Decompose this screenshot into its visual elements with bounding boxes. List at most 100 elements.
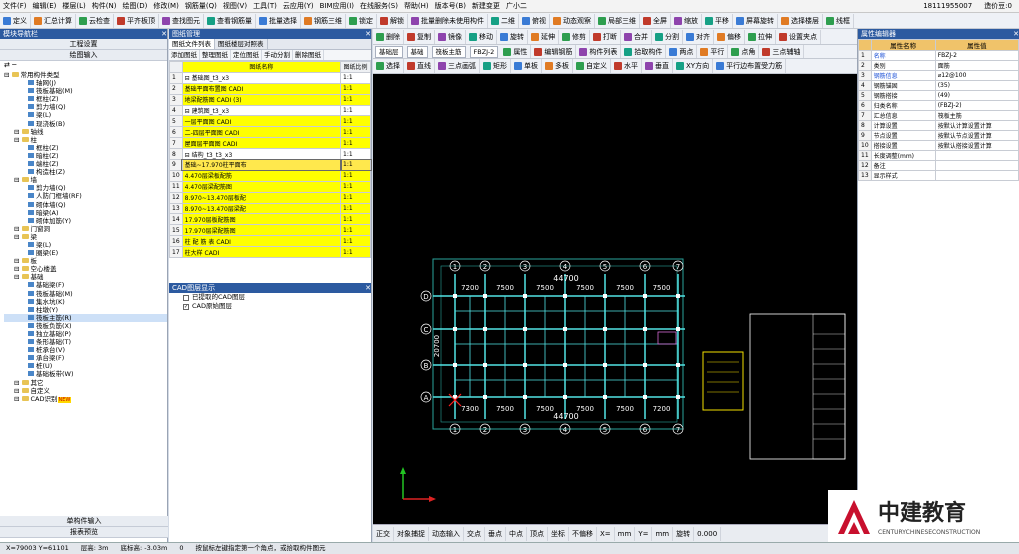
draw-tool-button[interactable]: 编辑钢筋 — [531, 45, 577, 58]
draw-tool-button[interactable]: 打断 — [590, 29, 621, 44]
tree-item[interactable]: 集水坑(K) — [4, 298, 167, 306]
draw-tool-button[interactable]: 移动 — [466, 29, 497, 44]
draw-tool-button[interactable]: 拉伸 — [745, 29, 776, 44]
property-value[interactable]: 筏板主筋 — [934, 110, 1019, 121]
category-select[interactable]: 基础 — [406, 45, 428, 58]
drawing-scale[interactable]: 1:1 — [340, 115, 371, 128]
pin-icon[interactable]: ✕ — [161, 29, 167, 39]
project-settings-button[interactable]: 工程设置 — [0, 39, 167, 50]
drawing-name-cell[interactable]: 基础~17.970柱平面布 — [181, 158, 342, 172]
table-row[interactable]: 3 地梁配筋图 CADI (3) 1:1 — [169, 93, 371, 106]
tree-item[interactable]: 框柱(Z) — [4, 95, 167, 103]
tree-folder[interactable]: ⊟ 板 — [4, 257, 167, 265]
close-icon[interactable]: ✕ — [1013, 29, 1019, 39]
drawing-scale[interactable]: 1:1 — [340, 202, 371, 215]
organize-drawing-button[interactable]: 整理图纸 — [200, 50, 231, 60]
collapse-icon[interactable]: ⊟ — [185, 108, 192, 115]
drawing-scale[interactable]: 1:1 — [340, 224, 371, 237]
toolbar-button[interactable]: 线框 — [823, 13, 854, 28]
drawing-name-cell[interactable]: ⊟ 建筑图_t3_x3 — [181, 104, 342, 117]
drawing-scale[interactable]: 1:1 — [340, 180, 371, 193]
draw-tool-button[interactable]: 三点画弧 — [435, 59, 480, 73]
menu-item[interactable]: 文件(F) — [0, 0, 30, 12]
toolbar-button[interactable]: 二维 — [488, 13, 519, 28]
toolbar-button[interactable]: 平齐板顶 — [114, 13, 159, 28]
tree-folder[interactable]: ⊟ 柱 — [4, 136, 167, 144]
table-row[interactable]: 4 ⊟ 建筑图_t3_x3 1:1 — [169, 104, 371, 117]
table-row[interactable]: 14 17.970层板配筋图 1:1 — [169, 213, 371, 226]
drawing-name-cell[interactable]: 8.970~13.470层梁配 — [181, 202, 342, 215]
menu-item[interactable]: 楼层(L) — [59, 0, 88, 12]
draw-tool-button[interactable]: 拾取构件 — [621, 45, 667, 58]
toolbar-button[interactable]: 锁定 — [346, 13, 377, 28]
floor-select[interactable]: 基础层 — [375, 45, 403, 58]
drawing-name-cell[interactable]: 一层平面图 CADI — [181, 115, 342, 128]
snap-option[interactable]: 中点 — [506, 526, 527, 541]
property-row[interactable]: 13 显示样式 — [858, 170, 1019, 181]
draw-tool-button[interactable]: 设置夹点 — [776, 29, 821, 44]
property-value[interactable]: (35) — [934, 80, 1019, 91]
draw-tool-button[interactable]: 垂直 — [642, 59, 673, 73]
draw-tool-button[interactable]: 对齐 — [683, 29, 714, 44]
toolbar-button[interactable]: 批量选择 — [256, 13, 301, 28]
tree-item[interactable]: 条形基础(T) — [4, 338, 167, 346]
close-icon[interactable]: ✕ — [365, 29, 371, 39]
menu-item[interactable]: 编辑(E) — [30, 0, 60, 12]
toolbar-button[interactable]: 俯视 — [519, 13, 550, 28]
draw-tool-button[interactable]: 合并 — [621, 29, 652, 44]
tree-folder[interactable]: ⊟ 其它 — [4, 379, 167, 387]
property-value[interactable]: (FBZJ-2) — [934, 100, 1019, 111]
tree-folder[interactable]: ⊟ 梁 — [4, 233, 167, 241]
tree-item[interactable]: 基础梁(F) — [4, 281, 167, 289]
expand-icon[interactable]: ⊟ — [4, 71, 12, 79]
draw-tool-button[interactable]: 自定义 — [573, 59, 611, 73]
tree-item[interactable]: 轴网(J) — [4, 79, 167, 87]
expand-icon[interactable]: ⊟ — [14, 176, 22, 184]
drawing-scale[interactable]: 1:1 — [339, 158, 372, 172]
drawing-scale[interactable]: 1:1 — [340, 137, 371, 150]
tree-item[interactable]: 剪力墙(Q) — [4, 103, 167, 111]
menu-item[interactable]: 在线服务(S) — [357, 0, 401, 12]
draw-tool-button[interactable]: 属性 — [500, 45, 532, 58]
expand-icon[interactable]: ⊟ — [14, 128, 22, 136]
expand-icon[interactable]: ⊟ — [14, 379, 22, 387]
draw-tool-button[interactable]: 点角 — [728, 45, 760, 58]
draw-tool-button[interactable]: 构件列表 — [576, 45, 622, 58]
drawing-name-cell[interactable]: 4.470层梁板配筋 — [181, 169, 342, 182]
tree-item[interactable]: 暗柱(Z) — [4, 152, 167, 160]
tree-item[interactable]: 基础板带(W) — [4, 370, 167, 378]
property-value[interactable] — [934, 150, 1019, 161]
tree-item[interactable]: 筏板基础(M) — [4, 290, 167, 298]
type-select[interactable]: 筏板主筋 — [431, 45, 466, 58]
table-row[interactable]: 7 屋面层平面图 CADI 1:1 — [169, 137, 371, 150]
tree-item[interactable]: 构造柱(Z) — [4, 168, 167, 176]
menu-item[interactable]: 云应用(Y) — [280, 0, 317, 12]
drawing-name-cell[interactable]: ⊟ 结构_t3_t3_x3 — [181, 148, 342, 161]
toolbar-button[interactable]: 平移 — [702, 13, 733, 28]
toolbar-button[interactable]: 查看钢筋量 — [204, 13, 256, 28]
snap-option[interactable]: 0.000 — [694, 526, 722, 541]
menu-item[interactable]: 帮助(H) — [401, 0, 432, 12]
property-value[interactable]: 面筋 — [934, 60, 1019, 71]
toolbar-button[interactable]: 汇总计算 — [31, 13, 76, 28]
tree-item[interactable]: 筏板主筋(R) — [4, 313, 167, 322]
tree-folder[interactable]: ⊟ 轴线 — [4, 128, 167, 136]
table-row[interactable]: 16 柱 配 筋 表 CADI 1:1 — [169, 235, 371, 248]
tree-item[interactable]: 框柱(Z) — [4, 144, 167, 152]
tree-item[interactable]: 桩承台(V) — [4, 346, 167, 354]
expand-icon[interactable]: ⊟ — [14, 233, 22, 241]
property-value[interactable]: (49) — [934, 90, 1019, 101]
draw-tool-button[interactable]: 平行边布置受力筋 — [713, 59, 787, 73]
drawing-scale[interactable]: 1:1 — [340, 191, 371, 204]
tree-item[interactable]: 人防门框墙(RF) — [4, 192, 167, 200]
drawing-name-cell[interactable]: 地梁配筋图 CADI (3) — [181, 93, 342, 106]
drawing-name-cell[interactable]: 8.970~13.470层板配 — [181, 191, 342, 204]
tree-folder[interactable]: ⊟ 基础 — [4, 273, 167, 281]
drawing-canvas[interactable]: 1 1 2 2 3 3 4 4 5 5 6 6 7 7 D C B A 44700 44700 7200 7500 7500… — [373, 74, 857, 524]
tree-item[interactable]: 梁(L) — [4, 111, 167, 119]
draw-tool-button[interactable]: 旋转 — [497, 29, 528, 44]
toolbar-button[interactable]: 云检查 — [76, 13, 114, 28]
property-row[interactable]: 5 钢筋搭接 (49) — [858, 90, 1019, 101]
tree-folder[interactable]: ⊟ 门窗洞 — [4, 225, 167, 233]
draw-tool-button[interactable]: XY方向 — [673, 59, 714, 73]
